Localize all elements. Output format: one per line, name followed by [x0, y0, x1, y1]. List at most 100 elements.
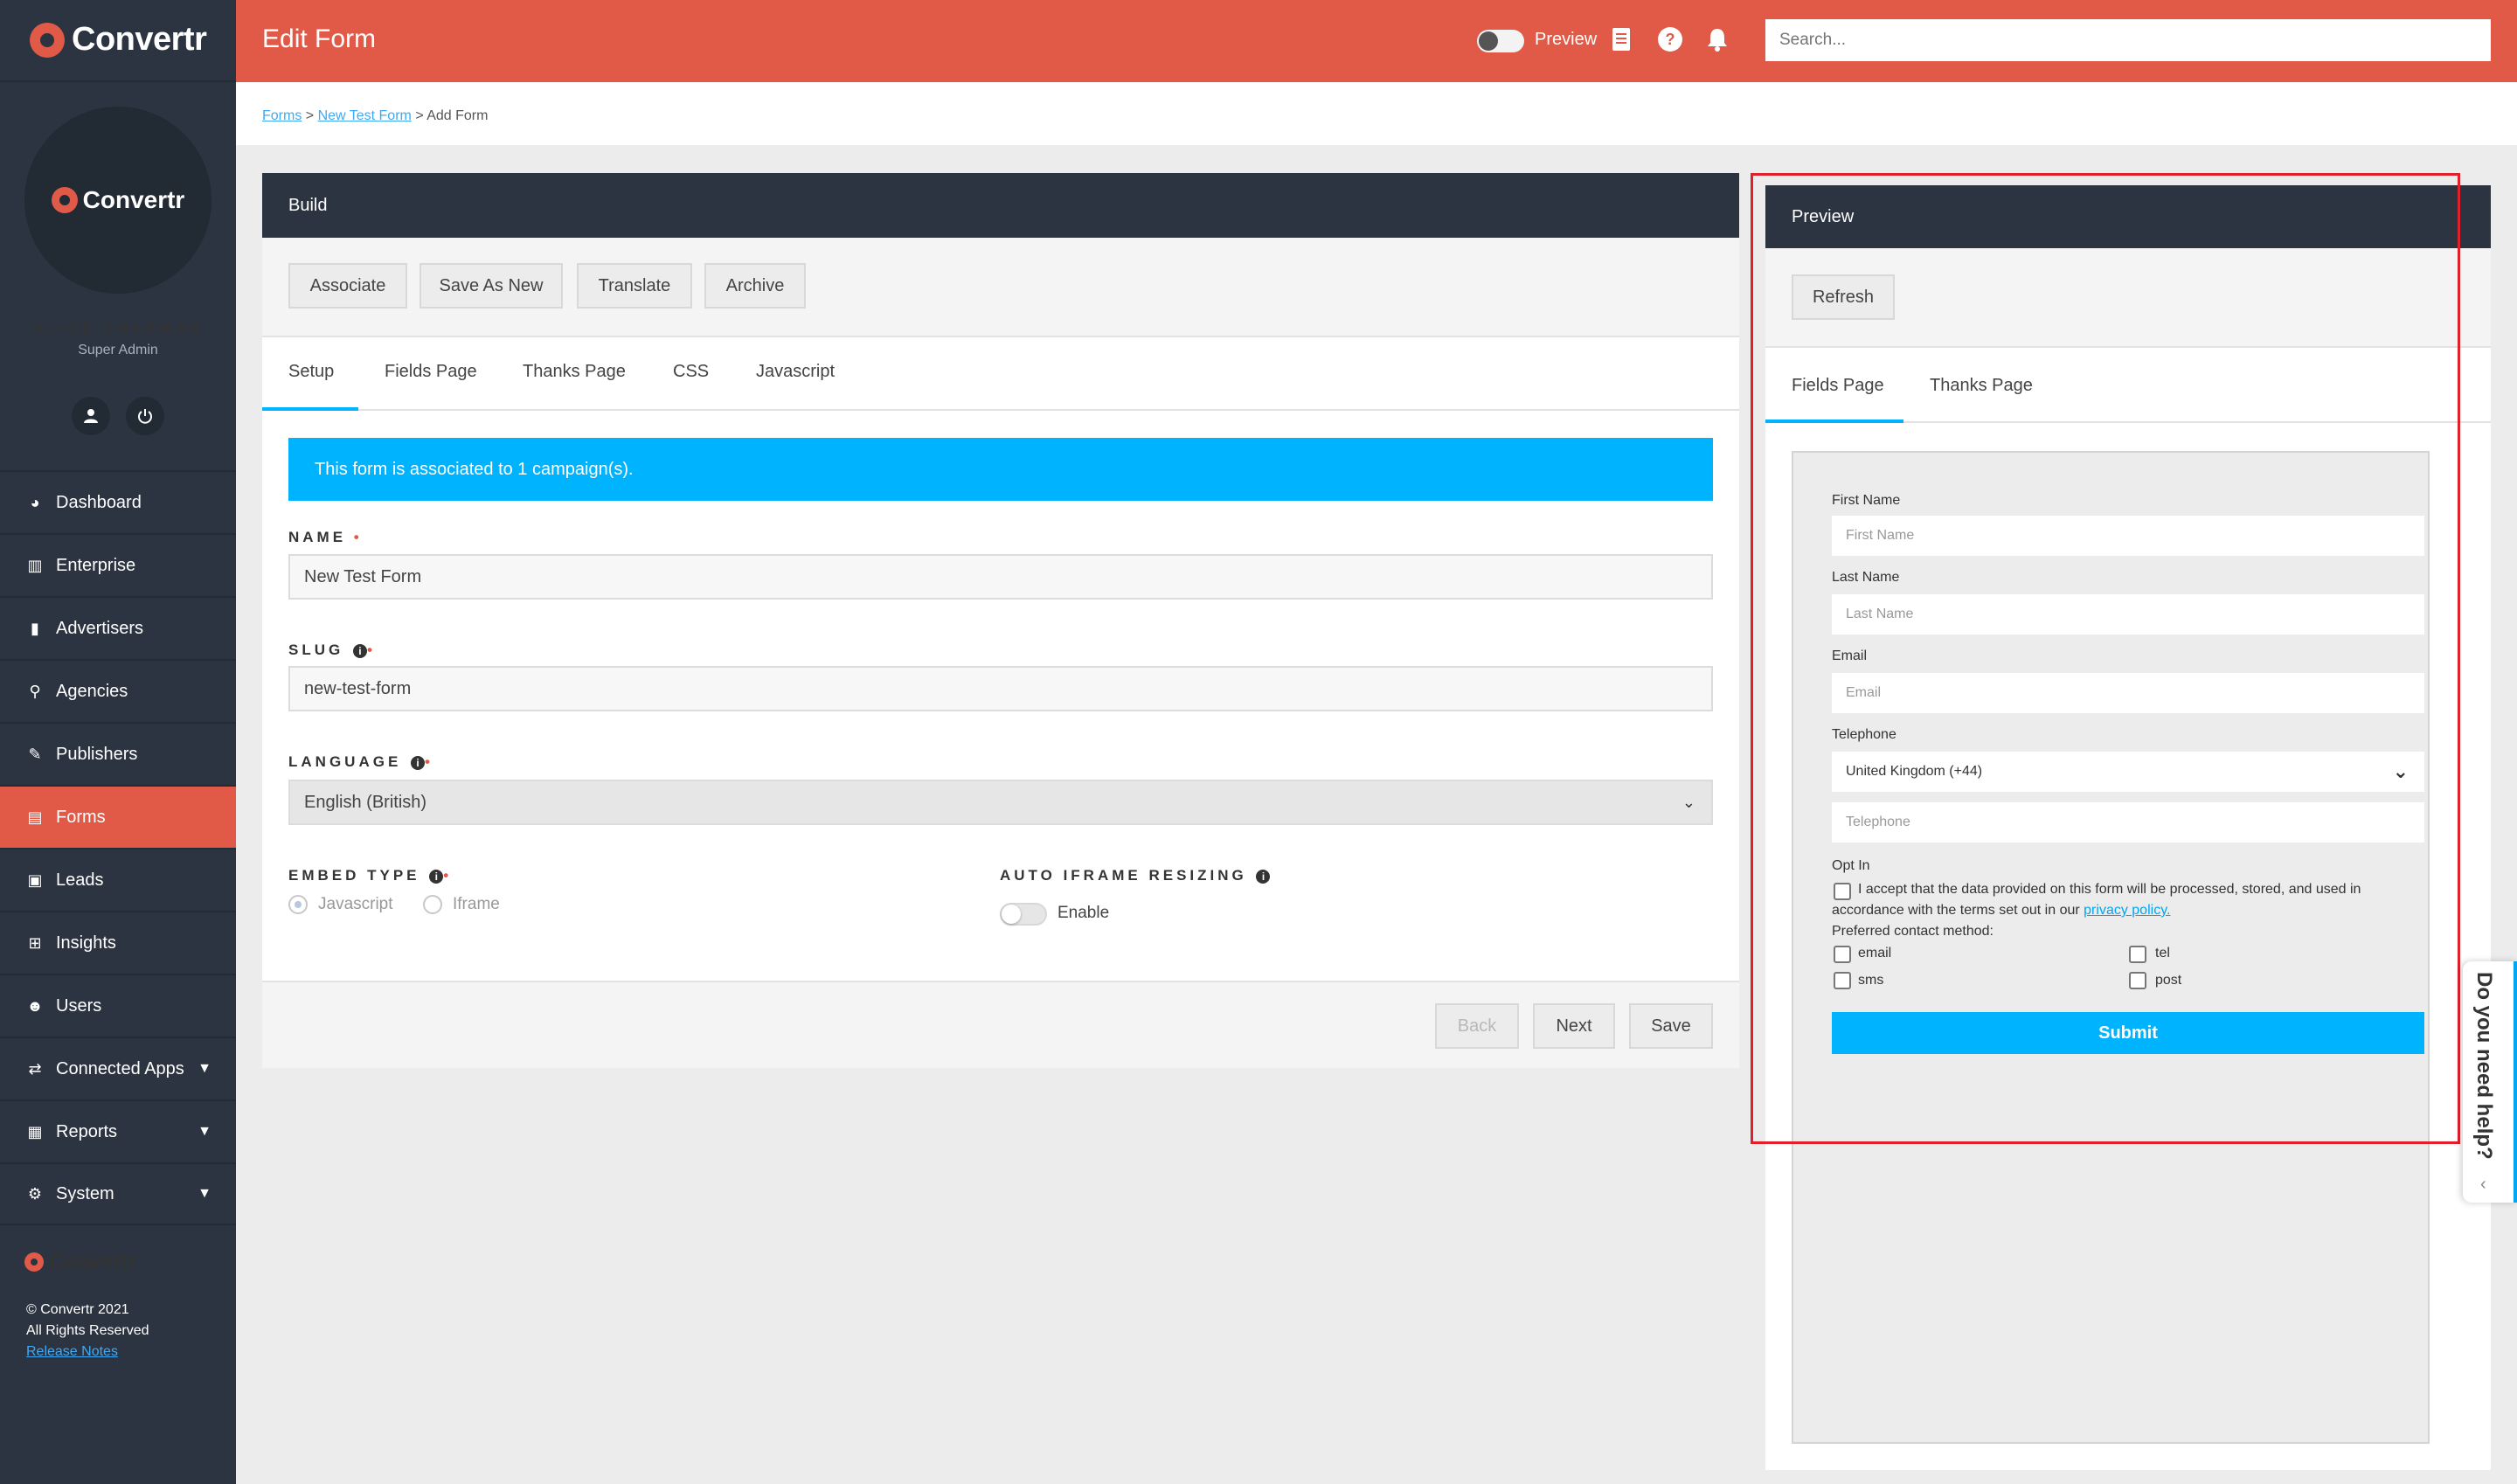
info-icon[interactable]: i — [352, 644, 367, 658]
sidebar-item-connected-apps[interactable]: ⇄ Connected Apps ▼ — [0, 1037, 236, 1099]
info-icon[interactable]: i — [1256, 870, 1271, 884]
preview-tab-fields-page[interactable]: Fields Page — [1792, 376, 1884, 396]
chevron-left-icon[interactable]: ‹ — [2480, 1175, 2486, 1195]
breadcrumb-separator: > — [305, 108, 315, 123]
opt-in-label: Opt In — [1832, 858, 1870, 873]
privacy-policy-link[interactable]: privacy policy. — [2084, 903, 2170, 918]
sidebar-item-publishers[interactable]: ✎ Publishers — [0, 722, 236, 785]
slug-input[interactable]: new-test-form — [288, 666, 1713, 711]
release-notes-link[interactable]: Release Notes — [26, 1344, 118, 1360]
sidebar-item-label: Connected Apps — [56, 1058, 184, 1078]
chevron-down-icon: ⌄ — [2392, 760, 2409, 782]
contact-tel-checkbox[interactable] — [2129, 946, 2146, 963]
tab-fields-page[interactable]: Fields Page — [385, 362, 477, 382]
notifications-button[interactable] — [1704, 26, 1730, 52]
associate-button[interactable]: Associate — [288, 263, 407, 309]
avatar: Convertr — [24, 107, 211, 294]
footer-rights: All Rights Reserved — [26, 1323, 149, 1338]
embed-iframe-radio[interactable] — [423, 895, 442, 914]
contact-tel-label: tel — [2155, 946, 2170, 960]
user-role: Super Admin — [78, 343, 158, 357]
document-icon — [1612, 28, 1630, 51]
refresh-button[interactable]: Refresh — [1792, 274, 1895, 320]
sidebar-item-agencies[interactable]: ⚲ Agencies — [0, 659, 236, 722]
country-code-select[interactable]: United Kingdom (+44) ⌄ — [1832, 752, 2424, 792]
sidebar-item-forms[interactable]: ▤ Forms — [0, 785, 236, 848]
contact-method-label: Preferred contact method: — [1832, 924, 1993, 939]
language-select[interactable]: English (British) ⌄ — [288, 780, 1713, 825]
required-marker: • — [425, 753, 430, 770]
docs-button[interactable] — [1608, 26, 1634, 52]
telephone-placeholder: Telephone — [1846, 815, 1910, 829]
name-label: NAME • — [288, 529, 359, 546]
back-button[interactable]: Back — [1435, 1003, 1519, 1049]
toggle-knob — [1479, 31, 1498, 51]
sidebar-item-advertisers[interactable]: ▮ Advertisers — [0, 596, 236, 659]
sidebar-item-insights[interactable]: ⊞ Insights — [0, 911, 236, 974]
contact-post-checkbox[interactable] — [2129, 972, 2146, 989]
sidebar-item-label: Forms — [56, 807, 106, 827]
info-icon[interactable]: i — [429, 870, 444, 884]
tab-css[interactable]: CSS — [673, 362, 709, 382]
slug-label: SLUG i • — [288, 641, 372, 659]
tab-thanks-page[interactable]: Thanks Page — [523, 362, 626, 382]
required-marker: • — [366, 641, 372, 658]
telephone-input[interactable]: Telephone — [1832, 802, 2424, 843]
next-button[interactable]: Next — [1533, 1003, 1615, 1049]
language-label: LANGUAGE i • — [288, 753, 430, 771]
email-input[interactable]: Email — [1832, 673, 2424, 713]
preview-toggle[interactable] — [1477, 30, 1524, 52]
save-as-new-button[interactable]: Save As New — [420, 263, 563, 309]
breadcrumb-forms[interactable]: Forms — [262, 108, 302, 123]
tab-setup[interactable]: Setup — [288, 362, 334, 382]
slug-value: new-test-form — [304, 678, 412, 698]
search-input[interactable] — [1765, 19, 2491, 61]
chevron-down-icon: ▼ — [198, 1061, 211, 1076]
campaign-info-text: This form is associated to 1 campaign(s)… — [315, 459, 634, 479]
save-button[interactable]: Save — [1629, 1003, 1713, 1049]
sidebar-item-label: Dashboard — [56, 492, 142, 512]
auto-resize-enable-label: Enable — [1057, 904, 1110, 922]
auto-resize-toggle[interactable] — [1000, 903, 1047, 926]
sidebar-item-users[interactable]: ☻ Users — [0, 974, 236, 1037]
tab-javascript[interactable]: Javascript — [756, 362, 835, 382]
chevron-down-icon: ▼ — [198, 1186, 211, 1201]
preview-toggle-label: Preview — [1535, 30, 1598, 49]
info-icon[interactable]: i — [411, 756, 426, 770]
consent-checkbox[interactable] — [1834, 883, 1851, 900]
sidebar-item-system[interactable]: ⚙ System ▼ — [0, 1162, 236, 1225]
translate-button[interactable]: Translate — [577, 263, 692, 309]
help-button[interactable]: ? — [1657, 26, 1683, 52]
sidebar-item-leads[interactable]: ▣ Leads — [0, 848, 236, 911]
preview-active-tab-indicator — [1765, 420, 1903, 423]
name-input[interactable]: New Test Form — [288, 554, 1713, 600]
build-panel-title: Build — [288, 195, 328, 215]
auto-iframe-resizing-label: AUTO IFRAME RESIZING i — [1000, 867, 1271, 884]
first-name-input[interactable]: First Name — [1832, 516, 2424, 556]
first-name-label: First Name — [1832, 493, 1901, 508]
preview-tab-thanks-page[interactable]: Thanks Page — [1930, 376, 2033, 396]
last-name-input[interactable]: Last Name — [1832, 594, 2424, 635]
sidebar-item-label: Publishers — [56, 744, 138, 764]
logout-button[interactable] — [126, 397, 164, 435]
country-code-value: United Kingdom (+44) — [1846, 764, 1983, 779]
language-value: English (British) — [304, 792, 427, 812]
active-tab-indicator — [262, 407, 358, 411]
contact-email-checkbox[interactable] — [1834, 946, 1851, 963]
embed-javascript-radio[interactable] — [288, 895, 308, 914]
slug-label-text: SLUG — [288, 641, 344, 658]
sidebar-divider — [0, 80, 236, 82]
publisher-icon: ✎ — [28, 745, 42, 763]
contact-sms-checkbox[interactable] — [1834, 972, 1851, 989]
sidebar-item-dashboard[interactable]: ◕ Dashboard — [0, 470, 236, 533]
campaign-info-banner: This form is associated to 1 campaign(s)… — [288, 438, 1713, 501]
sidebar-item-label: Advertisers — [56, 618, 144, 638]
breadcrumb-new-test-form[interactable]: New Test Form — [318, 108, 412, 123]
brand-logo[interactable]: Convertr — [30, 21, 207, 59]
submit-button[interactable]: Submit — [1832, 1012, 2424, 1054]
sidebar-item-reports[interactable]: ▦ Reports ▼ — [0, 1099, 236, 1162]
sidebar-item-enterprise[interactable]: ▥ Enterprise — [0, 533, 236, 596]
archive-button[interactable]: Archive — [704, 263, 806, 309]
profile-button[interactable] — [72, 397, 110, 435]
building-icon: ▥ — [27, 556, 43, 574]
